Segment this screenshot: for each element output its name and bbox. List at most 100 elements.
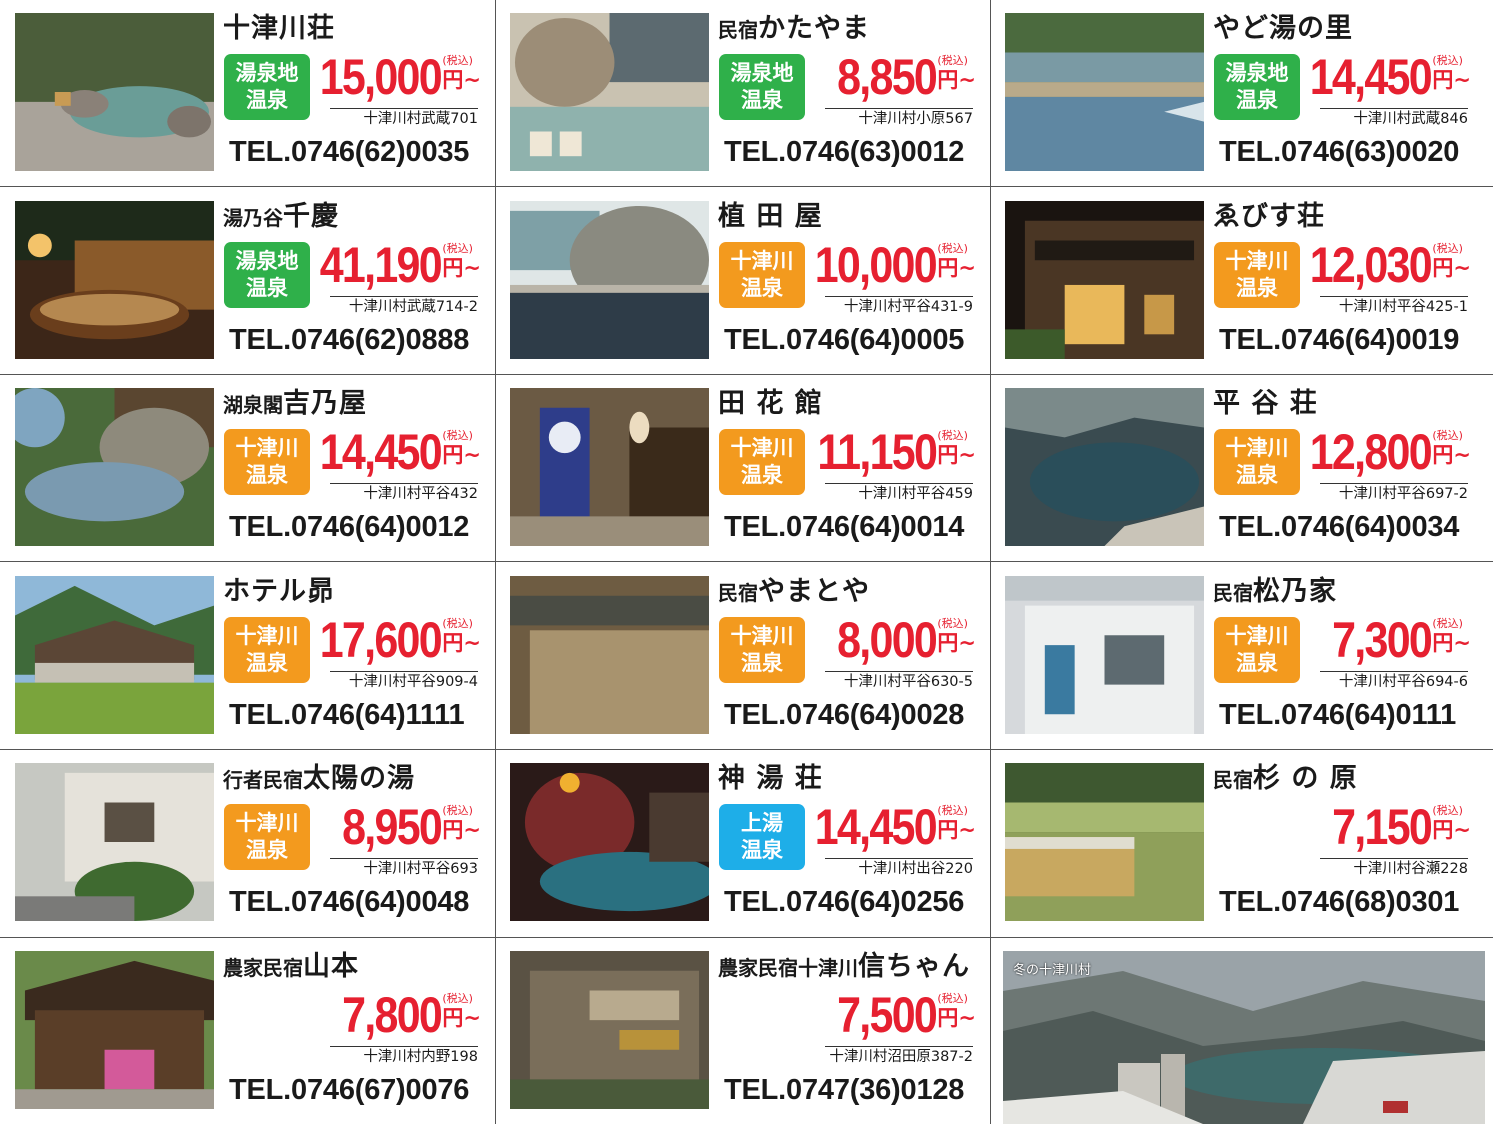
phone-number[interactable]: TEL.0746(64)0012: [229, 508, 469, 546]
lodging-photo: [510, 950, 709, 1109]
lodging-photo: [510, 200, 709, 359]
price: 41,190 (税込) 円~: [300, 239, 481, 291]
phone-number[interactable]: TEL.0746(67)0076: [229, 1071, 469, 1109]
yen-from-label: 円~: [442, 630, 481, 655]
address: 十津川村平谷425-1: [1320, 295, 1468, 317]
phone-number[interactable]: TEL.0746(64)0028: [724, 696, 964, 734]
onsen-badge: 湯泉地 温泉: [224, 241, 310, 308]
price: 15,000 (税込) 円~: [300, 51, 481, 103]
price-value: 7,300: [1332, 611, 1433, 668]
lodging-photo: [1005, 575, 1204, 734]
phone-number[interactable]: TEL.0746(64)0019: [1219, 321, 1459, 359]
yen-from-label: 円~: [442, 443, 481, 467]
phone-number[interactable]: TEL.0746(64)0256: [724, 883, 964, 921]
lodging-name-prefix: 湖泉閣: [223, 393, 283, 417]
lodging-name-main: やど湯の里: [1213, 13, 1353, 44]
tax-included-label: (税込): [1432, 616, 1463, 630]
phone-number[interactable]: TEL.0746(64)0111: [1219, 696, 1456, 734]
yen-from-label: 円~: [1432, 630, 1471, 655]
yen-from-label: 円~: [1432, 255, 1471, 280]
lodging-card: 民宿杉 の 原 7,150 (税込) 円~ 十津川村谷瀬228 TEL.0746(68)0…: [990, 750, 1486, 937]
tax-included-label: (税込): [1432, 54, 1463, 67]
address: 十津川村平谷697-2: [1320, 483, 1468, 504]
tax-included-label: (税込): [937, 804, 968, 817]
lodging-card: やど湯の里湯泉地 温泉 14,450 (税込) 円~ 十津川村武蔵846 TEL.0746…: [990, 0, 1486, 187]
onsen-badge: 十津川 温泉: [1214, 616, 1300, 683]
onsen-badge-label: 上湯 温泉: [741, 811, 783, 862]
onsen-badge-label: 湯泉地 温泉: [235, 61, 299, 112]
lodging-photo: [15, 200, 214, 359]
lodging-name-main: かたやま: [758, 13, 870, 44]
price: 10,000 (税込) 円~: [795, 239, 976, 291]
price-value: 7,500: [837, 986, 938, 1043]
onsen-badge: 十津川 温泉: [719, 429, 805, 495]
price-value: 14,450: [320, 424, 443, 480]
lodging-name: ホテル昴: [223, 575, 493, 610]
lodging-name: やど湯の里: [1213, 12, 1483, 47]
lodging-photo: [15, 950, 214, 1109]
phone-number[interactable]: TEL.0746(68)0301: [1219, 883, 1459, 921]
price: 11,150 (税込) 円~: [798, 426, 976, 478]
lodging-name-prefix: 湯乃谷: [223, 205, 283, 230]
phone-number[interactable]: TEL.0746(62)0035: [229, 133, 469, 171]
lodging-photo: [1005, 200, 1204, 359]
lodging-photo: [15, 763, 214, 921]
price: 14,450 (税込) 円~: [1290, 51, 1471, 103]
onsen-badge-label: 十津川 温泉: [235, 811, 299, 862]
price: 7,500 (税込) 円~: [821, 989, 976, 1041]
phone-number[interactable]: TEL.0746(64)0034: [1219, 508, 1459, 546]
address: 十津川村谷瀬228: [1320, 858, 1468, 879]
lodging-name: 民宿杉 の 原: [1213, 762, 1483, 797]
lodging-name: 行者民宿太陽の湯: [223, 762, 493, 797]
price: 8,000 (税込) 円~: [821, 614, 976, 666]
lodging-name: 民宿松乃家: [1213, 575, 1483, 610]
lodging-name: 湯乃谷千慶: [223, 200, 493, 235]
lodging-card: 行者民宿太陽の湯 十津川 温泉 8,950 (税込) 円~ 十津川村平谷693 TEL.07…: [0, 750, 496, 937]
onsen-badge: 十津川 温泉: [719, 241, 805, 308]
lodging-name: 民宿かたやま: [718, 12, 988, 47]
phone-number[interactable]: TEL.0746(62)0888: [229, 321, 469, 359]
lodging-name-main: 植 田 屋: [718, 200, 823, 232]
price: 7,150 (税込) 円~: [1316, 801, 1471, 853]
onsen-badge-label: 湯泉地 温泉: [1225, 61, 1289, 112]
onsen-badge-label: 十津川 温泉: [730, 436, 794, 487]
tax-included-label: (税込): [937, 429, 968, 442]
price: 7,300 (税込) 円~: [1316, 614, 1471, 666]
lodging-name: 民宿やまとや: [718, 575, 988, 610]
tax-included-label: (税込): [442, 991, 473, 1005]
phone-number[interactable]: TEL.0747(36)0128: [724, 1071, 964, 1109]
address: 十津川村平谷431-9: [825, 295, 973, 317]
tax-included-label: (税込): [442, 54, 473, 67]
address: 十津川村小原567: [825, 108, 973, 129]
price-value: 12,800: [1310, 424, 1433, 480]
lodging-name-main: 田 花 館: [718, 388, 823, 419]
yen-from-label: 円~: [442, 1005, 481, 1030]
address: 十津川村武蔵846: [1320, 108, 1468, 129]
address: 十津川村平谷432: [330, 483, 478, 504]
accommodation-grid: 冬の十津川村 十津川荘 湯泉地 温泉 15,000 (税込) 円~ 十津川村武蔵701 TE…: [0, 0, 1493, 1124]
phone-number[interactable]: TEL.0746(64)0048: [229, 883, 469, 921]
onsen-badge: 湯泉地 温泉: [719, 54, 805, 120]
phone-number[interactable]: TEL.0746(64)0005: [724, 321, 964, 359]
yen-from-label: 円~: [937, 1005, 976, 1030]
yen-from-label: 円~: [937, 818, 976, 842]
onsen-badge: 十津川 温泉: [719, 616, 805, 683]
lodging-name: 農家民宿山本: [223, 950, 493, 985]
address: 十津川村平谷909-4: [330, 670, 478, 692]
phone-number[interactable]: TEL.0746(63)0020: [1219, 133, 1459, 171]
price: 7,800 (税込) 円~: [326, 989, 481, 1041]
address: 十津川村平谷693: [330, 858, 478, 879]
phone-number[interactable]: TEL.0746(63)0012: [724, 133, 964, 171]
onsen-badge-label: 湯泉地 温泉: [235, 248, 299, 300]
phone-number[interactable]: TEL.0746(64)1111: [229, 696, 465, 734]
lodging-card: 湯乃谷千慶 湯泉地 温泉 41,190 (税込) 円~ 十津川村武蔵714-2 TEL.07…: [0, 188, 496, 375]
lodging-card: 農家民宿山本 7,800 (税込) 円~ 十津川村内野198 TEL.0746(67)00…: [0, 938, 496, 1125]
address: 十津川村出谷220: [825, 858, 973, 879]
price-value: 11,150: [817, 424, 939, 480]
tax-included-label: (税込): [442, 616, 473, 630]
phone-number[interactable]: TEL.0746(64)0014: [724, 508, 964, 546]
lodging-photo: [1005, 13, 1204, 171]
lodging-name: 湖泉閣吉乃屋: [223, 387, 493, 422]
lodging-card: 民宿松乃家 十津川 温泉 7,300 (税込) 円~ 十津川村平谷694-6 TEL.074…: [990, 563, 1486, 750]
price-value: 14,450: [815, 799, 938, 855]
